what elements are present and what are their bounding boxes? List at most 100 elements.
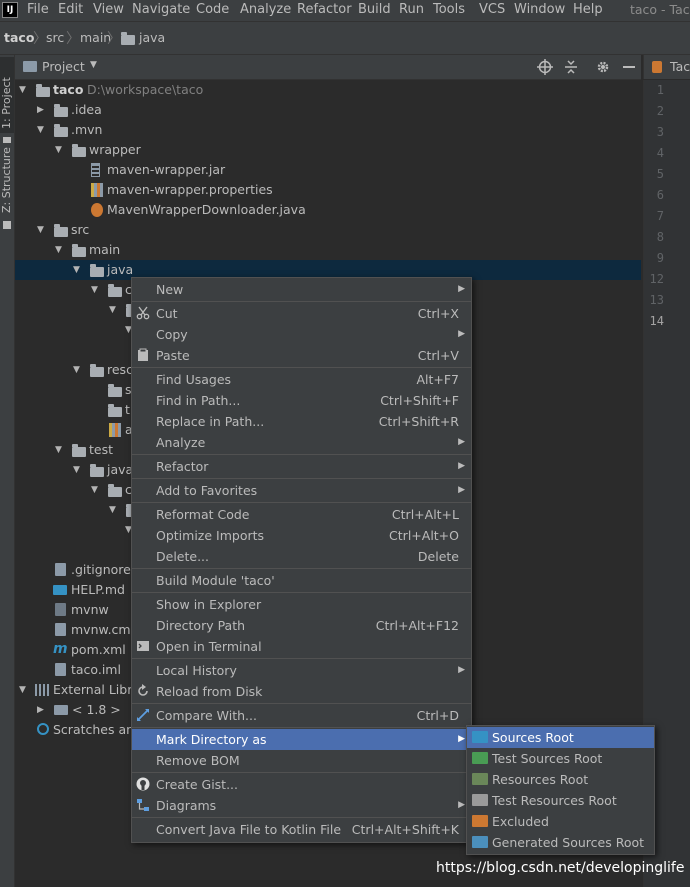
- breadcrumb-java[interactable]: java: [139, 30, 165, 45]
- expanded-arrow-icon[interactable]: ▼: [55, 140, 62, 160]
- menu-help[interactable]: Help: [573, 2, 603, 17]
- menu-item-shortcut: Ctrl+Alt+Shift+K: [351, 822, 459, 837]
- menu-item-refactor[interactable]: Refactor ▶: [132, 456, 471, 477]
- menu-tools[interactable]: Tools: [433, 2, 465, 17]
- mark-directory-submenu: Sources Root Test Sources Root Resources…: [466, 725, 655, 855]
- breadcrumb-src[interactable]: src: [46, 30, 64, 45]
- menu-item-label: Find Usages: [156, 372, 232, 387]
- menu-item-reformat-code[interactable]: Reformat Code Ctrl+Alt+L: [132, 504, 471, 525]
- tree-item-src[interactable]: ▼ src: [15, 220, 641, 240]
- expanded-arrow-icon[interactable]: ▼: [19, 80, 26, 100]
- collapsed-arrow-icon[interactable]: ▶: [37, 700, 44, 720]
- expanded-arrow-icon[interactable]: ▼: [19, 680, 26, 700]
- jar-icon: [91, 163, 100, 177]
- tree-item-main[interactable]: ▼ main: [15, 240, 641, 260]
- menu-item-open-in-terminal[interactable]: Open in Terminal: [132, 636, 471, 657]
- expanded-arrow-icon[interactable]: ▼: [55, 440, 62, 460]
- project-tool-tab[interactable]: 1: Project: [0, 57, 14, 133]
- menu-item-convert-to-kotlin[interactable]: Convert Java File to Kotlin File Ctrl+Al…: [132, 819, 471, 840]
- menu-item-shortcut: Ctrl+V: [417, 348, 459, 363]
- menu-navigate[interactable]: Navigate: [132, 2, 190, 17]
- menu-item-build-module[interactable]: Build Module 'taco': [132, 570, 471, 591]
- expanded-arrow-icon[interactable]: ▼: [91, 480, 98, 500]
- window-title: taco - Taco: [630, 2, 690, 17]
- chevron-down-icon[interactable]: ▼: [90, 60, 97, 70]
- submenu-item-excluded[interactable]: Excluded: [467, 811, 654, 832]
- menu-item-delete[interactable]: Delete... Delete: [132, 546, 471, 567]
- menu-item-mark-directory-as[interactable]: Mark Directory as ▶: [132, 729, 471, 750]
- tree-item-label: java: [107, 262, 134, 277]
- collapse-icon[interactable]: [563, 59, 579, 75]
- menu-item-reload-from-disk[interactable]: Reload from Disk: [132, 681, 471, 702]
- submenu-item-test-sources-root[interactable]: Test Sources Root: [467, 748, 654, 769]
- menu-item-find-usages[interactable]: Find Usages Alt+F7: [132, 369, 471, 390]
- menu-item-find-in-path[interactable]: Find in Path... Ctrl+Shift+F: [132, 390, 471, 411]
- menu-item-label: Diagrams: [156, 798, 217, 813]
- menu-item-cut[interactable]: Cut Ctrl+X: [132, 303, 471, 324]
- expanded-arrow-icon[interactable]: ▼: [55, 240, 62, 260]
- menu-item-add-to-favorites[interactable]: Add to Favorites ▶: [132, 480, 471, 501]
- expanded-arrow-icon[interactable]: ▼: [37, 120, 44, 140]
- menu-item-compare-with[interactable]: Compare With... Ctrl+D: [132, 705, 471, 726]
- menu-item-shortcut: Ctrl+Shift+R: [378, 414, 459, 429]
- collapsed-arrow-icon[interactable]: ▶: [37, 100, 44, 120]
- menu-item-diagrams[interactable]: Diagrams ▶: [132, 795, 471, 816]
- submenu-item-test-resources-root[interactable]: Test Resources Root: [467, 790, 654, 811]
- menu-refactor[interactable]: Refactor: [297, 2, 352, 17]
- structure-tool-tab[interactable]: Z: Structure: [0, 147, 14, 217]
- menu-view[interactable]: View: [93, 2, 124, 17]
- project-view-title[interactable]: Project: [42, 59, 85, 74]
- menu-item-show-in-explorer[interactable]: Show in Explorer: [132, 594, 471, 615]
- tree-item-taco[interactable]: ▼ taco D:\workspace\taco: [15, 80, 641, 100]
- submenu-item-generated-sources-root[interactable]: Generated Sources Root: [467, 832, 654, 853]
- menu-item-analyze[interactable]: Analyze ▶: [132, 432, 471, 453]
- menu-separator: [132, 478, 471, 479]
- menu-item-replace-in-path[interactable]: Replace in Path... Ctrl+Shift+R: [132, 411, 471, 432]
- menu-build[interactable]: Build: [358, 2, 391, 17]
- tree-item-mvn[interactable]: ▼ .mvn: [15, 120, 641, 140]
- minimize-icon[interactable]: [623, 66, 635, 68]
- tree-item-maven-wrapper-properties[interactable]: maven-wrapper.properties: [15, 180, 641, 200]
- menu-item-paste[interactable]: Paste Ctrl+V: [132, 345, 471, 366]
- editor-tab[interactable]: Tac: [643, 55, 690, 79]
- menu-item-directory-path[interactable]: Directory Path Ctrl+Alt+F12: [132, 615, 471, 636]
- menu-separator: [132, 772, 471, 773]
- expanded-arrow-icon[interactable]: ▼: [73, 260, 80, 280]
- menu-item-local-history[interactable]: Local History ▶: [132, 660, 471, 681]
- tree-item-maven-wrapper-downloader[interactable]: MavenWrapperDownloader.java: [15, 200, 641, 220]
- expanded-arrow-icon[interactable]: ▼: [73, 360, 80, 380]
- menu-file[interactable]: File: [27, 2, 49, 17]
- menu-analyze[interactable]: Analyze: [240, 2, 291, 17]
- tree-item-label: resc: [107, 362, 133, 377]
- menu-item-remove-bom[interactable]: Remove BOM: [132, 750, 471, 771]
- submenu-arrow-icon: ▶: [458, 329, 465, 339]
- submenu-item-resources-root[interactable]: Resources Root: [467, 769, 654, 790]
- scissors-icon: [136, 306, 150, 320]
- expanded-arrow-icon[interactable]: ▼: [73, 460, 80, 480]
- menu-item-create-gist[interactable]: Create Gist...: [132, 774, 471, 795]
- folder-icon: [54, 104, 68, 117]
- tree-item-idea[interactable]: ▶ .idea: [15, 100, 641, 120]
- expanded-arrow-icon[interactable]: ▼: [37, 220, 44, 240]
- expanded-arrow-icon[interactable]: ▼: [109, 500, 116, 520]
- tree-item-wrapper[interactable]: ▼ wrapper: [15, 140, 641, 160]
- expanded-arrow-icon[interactable]: ▼: [91, 280, 98, 300]
- gear-icon[interactable]: [595, 59, 611, 75]
- menu-edit[interactable]: Edit: [58, 2, 83, 17]
- menu-item-new[interactable]: New ▶: [132, 279, 471, 300]
- menu-run[interactable]: Run: [399, 2, 424, 17]
- breadcrumb-taco[interactable]: taco: [4, 30, 34, 45]
- menu-item-shortcut: Delete: [417, 549, 459, 564]
- menu-window[interactable]: Window: [514, 2, 565, 17]
- tree-item-maven-wrapper-jar[interactable]: maven-wrapper.jar: [15, 160, 641, 180]
- menu-code[interactable]: Code: [196, 2, 229, 17]
- jdk-icon: [54, 705, 68, 715]
- menu-item-copy[interactable]: Copy ▶: [132, 324, 471, 345]
- menu-item-optimize-imports[interactable]: Optimize Imports Ctrl+Alt+O: [132, 525, 471, 546]
- expanded-arrow-icon[interactable]: ▼: [109, 300, 116, 320]
- menu-vcs[interactable]: VCS: [479, 2, 505, 17]
- folder-icon: [72, 444, 86, 457]
- watermark-text: https://blog.csdn.net/developinglife: [436, 860, 685, 876]
- submenu-item-sources-root[interactable]: Sources Root: [467, 727, 654, 748]
- locate-icon[interactable]: [537, 59, 553, 75]
